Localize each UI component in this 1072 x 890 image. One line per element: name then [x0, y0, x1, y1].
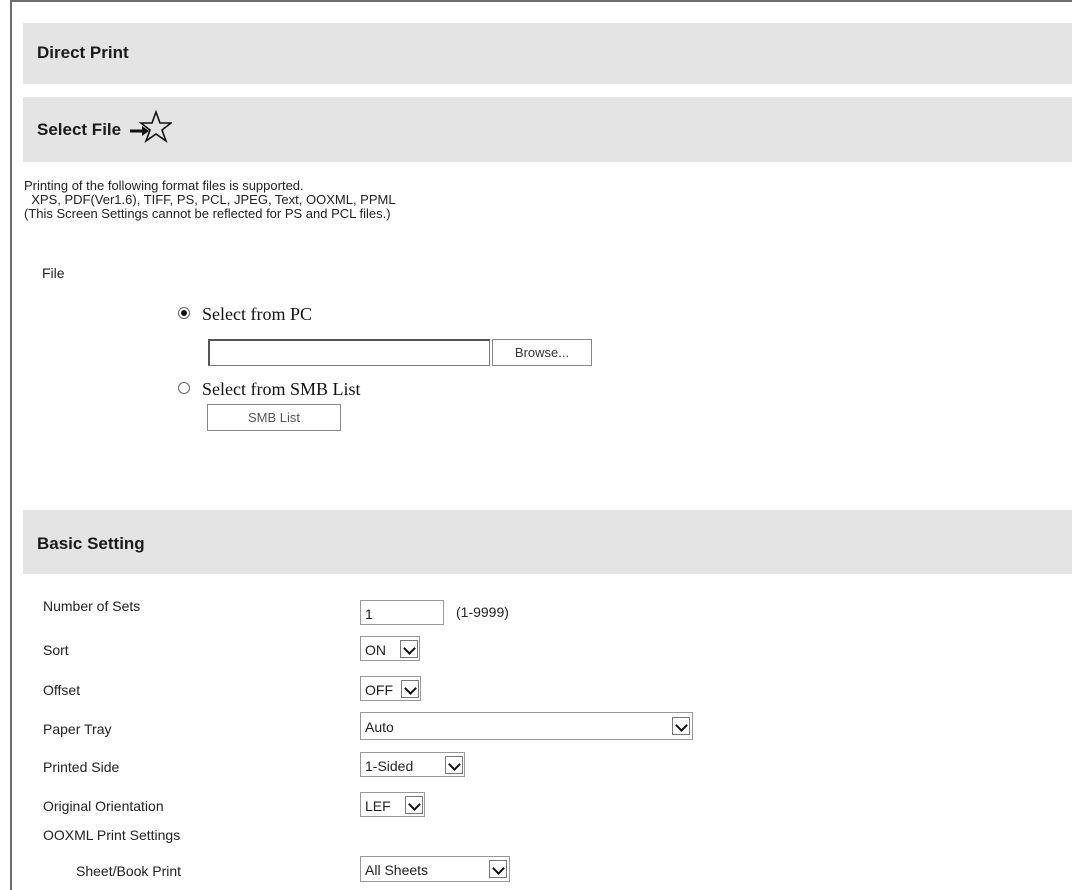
sheet-book-print-label: Sheet/Book Print [76, 863, 182, 879]
number-of-sets-value: 1 [365, 606, 373, 622]
original-orientation-select[interactable]: LEF [360, 792, 425, 817]
direct-print-panel: Direct Print Select File Printing of the… [10, 0, 1072, 890]
offset-select[interactable]: OFF [360, 676, 421, 701]
select-from-pc-label[interactable]: Select from PC [202, 304, 312, 325]
printed-side-value: 1-Sided [365, 758, 414, 774]
supported-formats-note: (This Screen Settings cannot be reflecte… [24, 206, 391, 221]
sort-label: Sort [43, 642, 69, 658]
original-orientation-value: LEF [365, 798, 391, 814]
chevron-down-icon[interactable] [401, 680, 419, 698]
chevron-down-icon[interactable] [445, 756, 463, 774]
supported-formats-intro: Printing of the following format files i… [24, 178, 304, 193]
sheet-book-print-select[interactable]: All Sheets [360, 856, 510, 882]
select-file-title: Select File [37, 120, 122, 139]
offset-label: Offset [43, 682, 81, 698]
star-with-arrow-icon [130, 109, 172, 144]
basic-setting-header: Basic Setting [23, 510, 1072, 574]
select-from-pc-radio[interactable] [178, 307, 190, 319]
page-header: Direct Print [23, 23, 1072, 84]
select-from-smb-label[interactable]: Select from SMB List [202, 379, 361, 400]
page-title: Direct Print [37, 43, 129, 62]
number-of-sets-input[interactable]: 1 [360, 600, 444, 625]
paper-tray-value: Auto [365, 719, 394, 735]
smb-list-button[interactable]: SMB List [207, 404, 341, 431]
sheet-book-print-value: All Sheets [365, 862, 429, 878]
chevron-down-icon[interactable] [405, 796, 423, 814]
file-path-input[interactable] [208, 339, 490, 366]
paper-tray-label: Paper Tray [43, 721, 112, 737]
browse-button[interactable]: Browse... [492, 339, 592, 366]
chevron-down-icon[interactable] [489, 860, 507, 878]
paper-tray-select[interactable]: Auto [360, 712, 693, 740]
sort-value: ON [365, 642, 386, 658]
select-from-smb-radio[interactable] [178, 382, 190, 394]
basic-setting-title: Basic Setting [37, 534, 145, 553]
printed-side-select[interactable]: 1-Sided [360, 752, 465, 777]
select-file-header: Select File [23, 97, 1072, 162]
supported-formats-list: XPS, PDF(Ver1.6), TIFF, PS, PCL, JPEG, T… [24, 192, 396, 207]
number-of-sets-range: (1-9999) [456, 604, 509, 620]
number-of-sets-label: Number of Sets [43, 598, 141, 614]
printed-side-label: Printed Side [43, 759, 120, 775]
chevron-down-icon[interactable] [672, 717, 690, 735]
sort-select[interactable]: ON [360, 636, 420, 661]
ooxml-print-settings-label: OOXML Print Settings [43, 827, 181, 843]
offset-value: OFF [365, 682, 393, 698]
chevron-down-icon[interactable] [400, 640, 418, 658]
file-label: File [42, 265, 65, 281]
original-orientation-label: Original Orientation [43, 798, 164, 814]
